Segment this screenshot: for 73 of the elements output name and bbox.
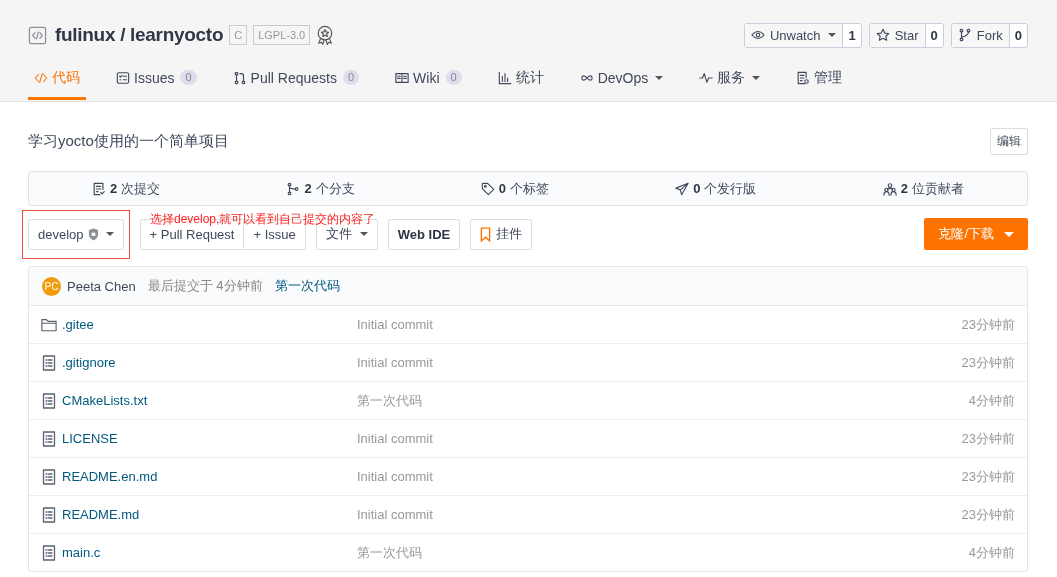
file-icon (41, 354, 57, 371)
nav-tab[interactable]: 统计 (491, 58, 550, 100)
nav-tab[interactable]: Issues 0 (110, 58, 203, 100)
watch-count[interactable]: 1 (842, 23, 861, 47)
file-icon (41, 544, 57, 561)
nav-tab[interactable]: Pull Requests 0 (226, 58, 366, 100)
star-button[interactable]: Star (869, 23, 925, 47)
shield-icon (87, 227, 99, 241)
tag-icon (480, 181, 495, 196)
stat-link[interactable]: 2 位贡献者 (882, 179, 964, 198)
file-name-link[interactable]: README.md (62, 507, 140, 522)
nav-tab[interactable]: 服务 (693, 58, 767, 100)
file-icon (41, 468, 57, 485)
commit-time: 23分钟前 (961, 468, 1015, 484)
widget-button[interactable]: 挂件 (470, 218, 533, 250)
pulse-icon (699, 70, 714, 85)
fork-icon (957, 28, 972, 42)
repo-tag: LGPL-3.0 (253, 25, 311, 45)
commit-time: 23分钟前 (961, 354, 1015, 370)
fork-button[interactable]: Fork (951, 23, 1009, 47)
commit-time: 4分钟前 (968, 392, 1015, 408)
award-icon (316, 25, 335, 45)
commit-message-link[interactable]: 第一次代码 (274, 277, 340, 295)
bookmark-icon (480, 226, 492, 242)
book-icon (395, 70, 410, 85)
stat-link[interactable]: 0 个标签 (480, 179, 550, 198)
branch-select[interactable]: develop (28, 218, 124, 250)
checklist-icon (116, 70, 130, 85)
caret-icon (105, 232, 114, 236)
fork-count[interactable]: 0 (1008, 23, 1027, 47)
caret-icon (359, 232, 368, 236)
file-name-link[interactable]: LICENSE (62, 431, 118, 446)
web-ide-button[interactable]: Web IDE (387, 218, 461, 250)
file-name-link[interactable]: .gitee (62, 317, 94, 332)
stat-link[interactable]: 0 个发行版 (675, 179, 757, 198)
document-check-icon (92, 181, 107, 196)
paper-plane-icon (675, 181, 690, 196)
commit-time: 23分钟前 (961, 506, 1015, 522)
code-icon (34, 70, 48, 85)
commit-time: 最后提交于 4分钟前 (147, 277, 263, 295)
avatar: PC (42, 276, 61, 296)
edit-button[interactable]: 编辑 (990, 128, 1028, 155)
file-icon (41, 392, 57, 409)
file-name-link[interactable]: .gitignore (62, 355, 116, 370)
repo-tag: C (229, 25, 248, 45)
stat-link[interactable]: 2 次提交 (92, 179, 161, 198)
people-icon (882, 181, 897, 196)
nav-tab[interactable]: Wiki 0 (389, 58, 468, 100)
folder-icon (41, 316, 57, 333)
bar-chart-icon (497, 70, 512, 85)
commit-time: 23分钟前 (961, 430, 1015, 446)
branch-icon (286, 181, 301, 196)
watch-button[interactable]: Unwatch (744, 23, 843, 47)
code-icon (28, 25, 47, 45)
file-name-link[interactable]: README.en.md (62, 469, 158, 484)
nav-tab[interactable]: 管理 (790, 58, 849, 100)
file-icon (41, 430, 57, 447)
stat-link[interactable]: 2 个分支 (286, 179, 355, 198)
repo-description: 学习yocto使用的一个简单项目 (28, 132, 229, 151)
document-gear-icon (796, 70, 811, 85)
commit-time: 23分钟前 (961, 316, 1015, 332)
author-link[interactable]: Peeta Chen (67, 278, 136, 294)
file-name-link[interactable]: main.c (62, 545, 101, 560)
nav-tab[interactable]: DevOps (573, 58, 670, 100)
star-icon (875, 28, 890, 42)
eye-icon (750, 28, 765, 42)
star-count[interactable]: 0 (924, 23, 943, 47)
pull-request-icon (232, 70, 247, 85)
file-name-link[interactable]: CMakeLists.txt (62, 393, 148, 408)
file-icon (41, 506, 57, 523)
repo-title[interactable]: fulinux / learnyocto (55, 24, 224, 46)
commit-time: 4分钟前 (968, 544, 1015, 560)
caret-icon (1004, 231, 1014, 237)
